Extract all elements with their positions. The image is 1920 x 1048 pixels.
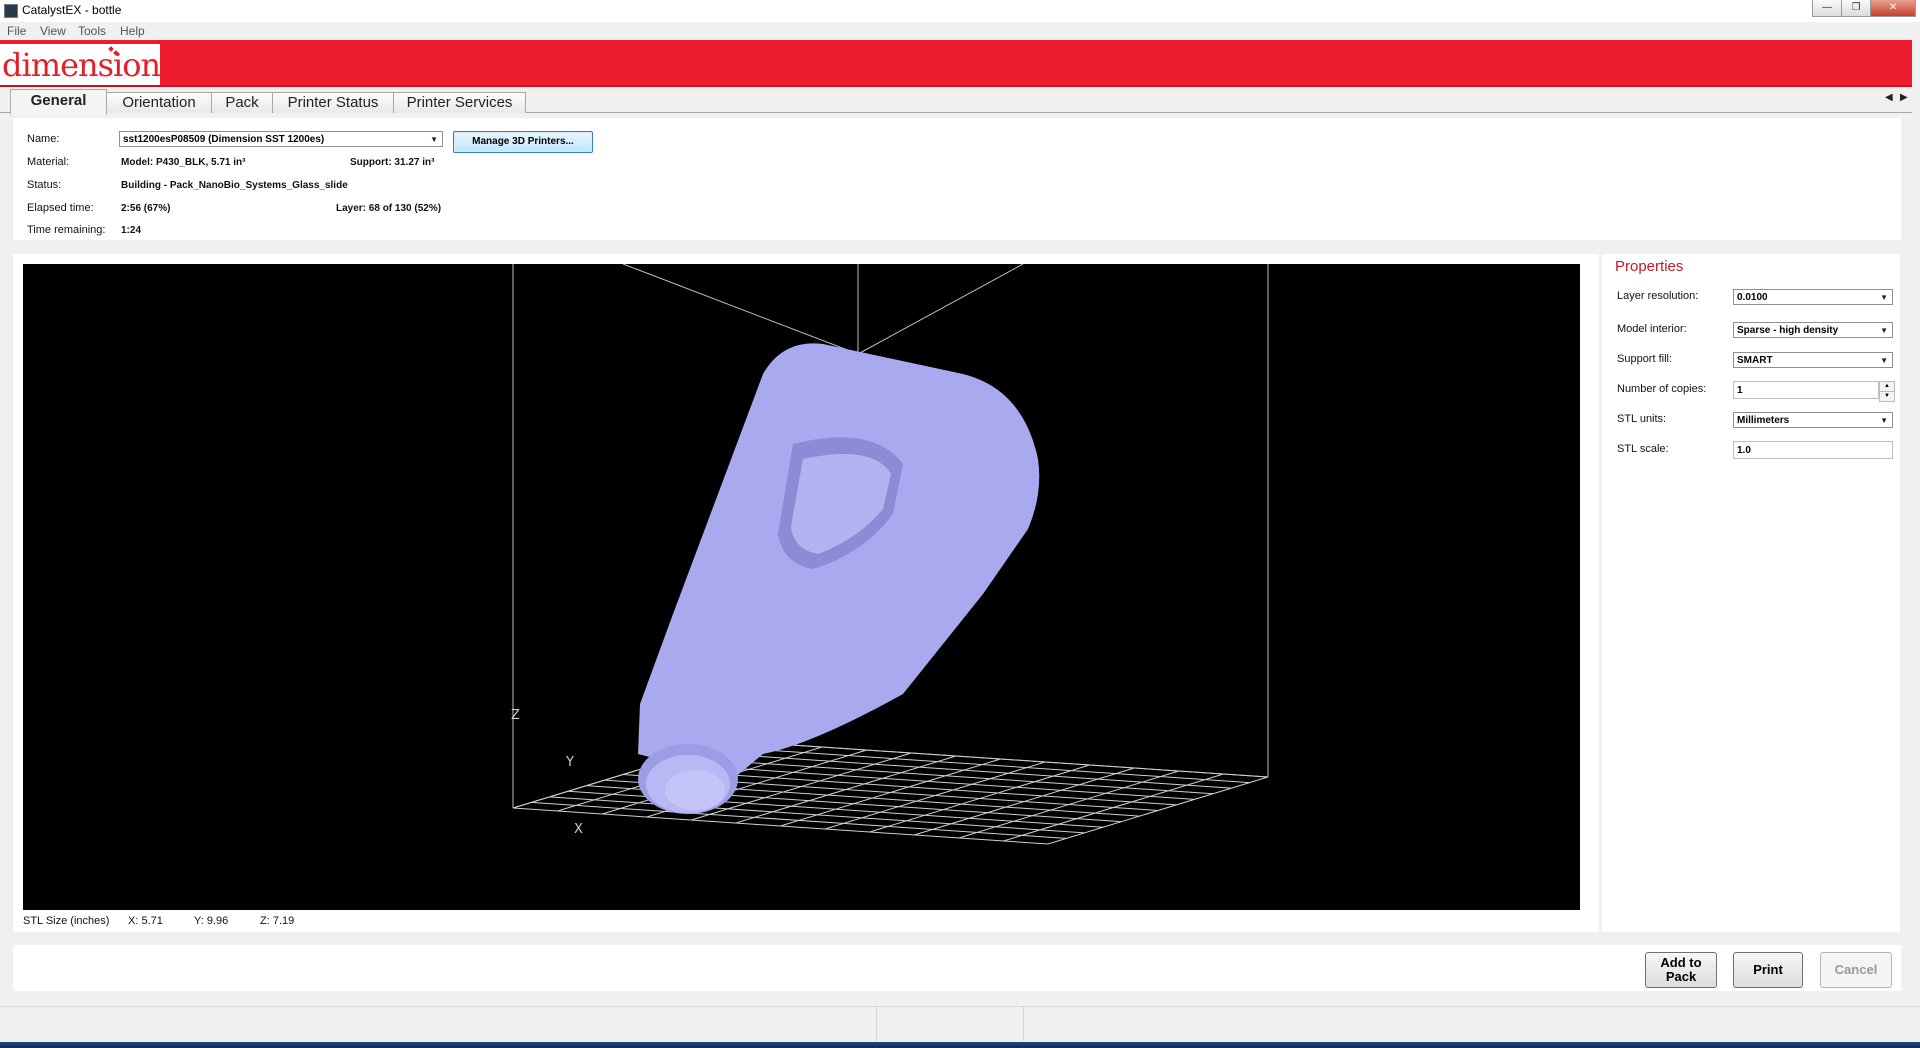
build-plate-grid xyxy=(512,740,1269,845)
elapsed-time-value: 2:56 (67%) xyxy=(121,203,171,214)
app-icon xyxy=(4,4,18,18)
layer-resolution-select[interactable]: 0.0100 ▼ xyxy=(1733,289,1893,305)
chevron-down-icon: ▼ xyxy=(1880,326,1888,335)
layer-progress-value: Layer: 68 of 130 (52%) xyxy=(336,203,442,214)
tab-printer-status[interactable]: Printer Status xyxy=(272,92,394,113)
manage-printers-button[interactable]: Manage 3D Printers... xyxy=(453,131,593,153)
support-fill-select[interactable]: SMART ▼ xyxy=(1733,352,1893,368)
chevron-down-icon: ▼ xyxy=(1880,293,1888,302)
printer-name-value: sst1200esP08509 (Dimension SST 1200es) xyxy=(123,134,325,145)
menu-file[interactable]: File xyxy=(7,24,26,38)
brand-bar xyxy=(0,40,1912,87)
stl-size-x: X: 5.71 xyxy=(128,915,163,927)
name-label: Name: xyxy=(27,133,60,145)
3d-scene: Z Y X xyxy=(511,263,1269,845)
dimension-logo: dimension xyxy=(2,46,161,84)
close-button[interactable]: ✕ xyxy=(1870,0,1916,17)
menu-help[interactable]: Help xyxy=(120,24,145,38)
tab-general[interactable]: General xyxy=(10,89,107,115)
x-axis-label: X xyxy=(574,822,583,837)
print-button[interactable]: Print xyxy=(1733,952,1803,988)
model-interior-label: Model interior: xyxy=(1617,323,1687,335)
support-fill-label: Support fill: xyxy=(1617,353,1673,365)
tab-scroll-left-icon[interactable]: ◀ xyxy=(1885,92,1893,103)
support-fill-value: SMART xyxy=(1737,355,1773,366)
status-bar-cell xyxy=(876,1007,1023,1041)
properties-title: Properties xyxy=(1615,258,1684,275)
number-of-copies-stepper[interactable]: 1 ▲ ▼ xyxy=(1733,381,1895,402)
3d-viewport[interactable]: Z Y X xyxy=(23,263,1580,910)
time-remaining-label: Time remaining: xyxy=(27,224,106,236)
os-taskbar xyxy=(0,1042,1920,1048)
bottle-model xyxy=(638,343,1040,814)
printer-name-select[interactable]: sst1200esP08509 (Dimension SST 1200es) ▼ xyxy=(119,131,443,147)
stl-scale-label: STL scale: xyxy=(1617,443,1669,455)
z-axis-label: Z xyxy=(511,708,520,723)
action-button-panel xyxy=(13,945,1901,991)
tab-orientation[interactable]: Orientation xyxy=(106,92,212,113)
layer-resolution-value: 0.0100 xyxy=(1737,292,1768,303)
menu-view[interactable]: View xyxy=(40,24,66,38)
stl-size-label: STL Size (inches) xyxy=(23,915,110,927)
model-interior-value: Sparse - high density xyxy=(1737,325,1839,336)
title-bar xyxy=(0,0,1920,23)
tab-scroll-right-icon[interactable]: ▶ xyxy=(1900,92,1908,103)
status-bar-cell xyxy=(1023,1007,1904,1041)
chevron-down-icon: ▼ xyxy=(1880,416,1888,425)
add-to-pack-line1: Add to xyxy=(1660,955,1702,970)
status-label: Status: xyxy=(27,179,62,191)
menu-bar xyxy=(0,22,1920,40)
chevron-down-icon: ▼ xyxy=(1880,356,1888,365)
window-title: CatalystEX - bottle xyxy=(22,3,122,17)
cancel-button[interactable]: Cancel xyxy=(1820,952,1892,988)
minimize-button[interactable]: — xyxy=(1812,0,1842,17)
layer-resolution-label: Layer resolution: xyxy=(1617,290,1699,302)
material-label: Material: xyxy=(27,156,70,168)
stl-size-z: Z: 7.19 xyxy=(260,915,295,927)
add-to-pack-button[interactable]: Add to Pack xyxy=(1645,952,1717,988)
elapsed-time-label: Elapsed time: xyxy=(27,202,94,214)
model-material-value: Model: P430_BLK, 5.71 in³ xyxy=(121,157,246,168)
model-interior-select[interactable]: Sparse - high density ▼ xyxy=(1733,322,1893,338)
y-axis-label: Y xyxy=(565,755,574,770)
stl-units-label: STL units: xyxy=(1617,413,1667,425)
tab-printer-services[interactable]: Printer Services xyxy=(393,92,526,113)
chevron-down-icon: ▼ xyxy=(430,135,438,144)
restore-button[interactable]: ❐ xyxy=(1841,0,1871,17)
number-of-copies-label: Number of copies: xyxy=(1617,383,1707,395)
stl-scale-input[interactable]: 1.0 xyxy=(1733,441,1893,459)
stl-size-y: Y: 9.96 xyxy=(194,915,229,927)
add-to-pack-line2: Pack xyxy=(1665,969,1697,984)
stl-units-value: Millimeters xyxy=(1737,415,1790,426)
stl-units-select[interactable]: Millimeters ▼ xyxy=(1733,412,1893,428)
stepper-down-icon[interactable]: ▼ xyxy=(1879,391,1895,402)
number-of-copies-input[interactable]: 1 xyxy=(1733,381,1879,399)
time-remaining-value: 1:24 xyxy=(121,225,142,236)
status-value: Building - Pack_NanoBio_Systems_Glass_sl… xyxy=(121,180,348,191)
logo-diamond-icon xyxy=(108,46,119,56)
menu-tools[interactable]: Tools xyxy=(78,24,106,38)
support-material-value: Support: 31.27 in³ xyxy=(350,157,435,168)
stl-scale-field[interactable]: 1.0 xyxy=(1733,441,1893,460)
tab-pack[interactable]: Pack xyxy=(211,92,273,113)
